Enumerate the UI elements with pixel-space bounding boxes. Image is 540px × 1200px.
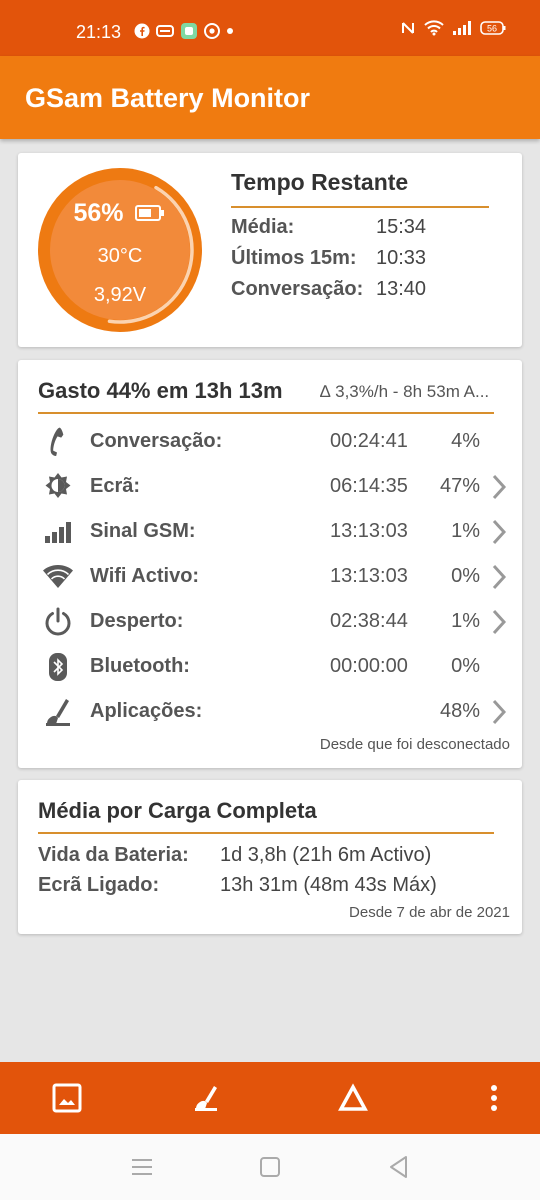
bluetooth-icon: [49, 653, 67, 681]
usage-card: Gasto 44% em 13h 13m ∆ 3,3%/h - 8h 53m A…: [18, 360, 522, 768]
menu-nav-icon[interactable]: [129, 1154, 155, 1180]
time-remaining-label: Conversação:: [231, 278, 364, 300]
usage-percent: 1%: [451, 610, 480, 632]
usage-label: Ecrã:: [90, 475, 141, 497]
time-remaining-title: Tempo Restante: [231, 169, 409, 195]
more-notifications-dot-icon: [226, 27, 234, 35]
app-bar: GSam Battery Monitor: [0, 56, 540, 139]
full-charge-value: 1d 3,8h (21h 6m Activo): [220, 844, 432, 866]
usage-time: 13:13:03: [330, 520, 408, 542]
chrome-icon: [204, 23, 220, 39]
time-remaining-value: 15:34: [376, 216, 427, 238]
full-charge-label: Vida da Bateria:: [38, 844, 189, 866]
time-remaining-value: 13:40: [376, 278, 427, 300]
usage-time: 00:00:00: [330, 655, 408, 677]
cell-signal-icon: [452, 20, 472, 36]
full-charge-card[interactable]: Média por Carga Completa Vida da Bateria…: [18, 780, 522, 934]
image-button[interactable]: [49, 1080, 85, 1116]
usage-percent: 48%: [439, 700, 480, 722]
usage-time: 00:24:41: [330, 430, 408, 452]
delta-icon: [338, 1083, 368, 1111]
power-icon: [45, 607, 71, 636]
chevron-right-icon[interactable]: [490, 518, 508, 546]
usage-row-apps[interactable]: Aplicações: 48%: [18, 692, 522, 732]
app-title: GSam Battery Monitor: [25, 83, 311, 113]
usage-row-wifi[interactable]: Wifi Activo: 13:13:03 0%: [18, 557, 522, 597]
nfc-icon: [400, 20, 416, 36]
usage-percent: 47%: [439, 475, 480, 497]
battery-level-text: 56: [487, 24, 497, 34]
card-icon: [156, 24, 174, 38]
battery-icon: [134, 205, 164, 221]
notification-icons: [134, 22, 234, 40]
usage-divider: [38, 412, 494, 414]
wifi-status-icon: [424, 20, 444, 36]
phone-icon: [50, 427, 64, 456]
full-charge-label: Ecrã Ligado:: [38, 874, 160, 896]
facebook-icon: [134, 23, 150, 39]
battery-temperature: 30°C: [97, 245, 143, 267]
usage-row-awake[interactable]: Desperto: 02:38:44 1%: [18, 602, 522, 642]
full-charge-value: 13h 31m (48m 43s Máx): [220, 874, 437, 896]
usage-label: Aplicações:: [90, 700, 203, 722]
usage-footer: Desde que foi desconectado: [319, 736, 510, 753]
home-nav-icon[interactable]: [257, 1154, 283, 1180]
usage-percent: 4%: [451, 430, 480, 452]
time-remaining-label: Últimos 15m:: [231, 247, 357, 269]
status-bar: 21:13 56: [0, 0, 540, 56]
usage-time: 02:38:44: [330, 610, 408, 632]
usage-time: 06:14:35: [330, 475, 408, 497]
usage-label: Conversação:: [90, 430, 223, 452]
time-remaining-label: Média:: [231, 216, 295, 238]
battery-percent: 56%: [37, 199, 203, 228]
bottom-action-bar: [0, 1062, 540, 1134]
apps-icon: [195, 1086, 217, 1111]
usage-percent: 0%: [451, 655, 480, 677]
status-time: 21:13: [76, 22, 122, 42]
chevron-right-icon[interactable]: [490, 473, 508, 501]
usage-label: Bluetooth:: [90, 655, 190, 677]
wifi-icon: [43, 565, 73, 588]
battery-voltage: 3,92V: [93, 284, 147, 306]
system-icons: 56: [400, 20, 506, 36]
image-icon: [52, 1083, 82, 1113]
usage-title: Gasto 44% em 13h 13m: [38, 378, 283, 403]
usage-label: Wifi Activo:: [90, 565, 200, 587]
battery-status-icon: 56: [480, 20, 506, 36]
chevron-right-icon[interactable]: [490, 698, 508, 726]
signal-bars-icon: [45, 522, 71, 543]
usage-label: Desperto:: [90, 610, 184, 632]
more-vert-icon: [491, 1085, 497, 1111]
more-options-button[interactable]: [476, 1080, 512, 1116]
full-charge-divider: [38, 832, 494, 834]
battery-summary-card[interactable]: 56% 30°C 3,92V Tempo Restante Média: 15:…: [18, 153, 522, 347]
messages-app-icon: [180, 22, 198, 40]
usage-percent: 0%: [451, 565, 480, 587]
usage-rate-subtitle: ∆ 3,3%/h - 8h 53m A...: [320, 382, 490, 401]
time-remaining-value: 10:33: [376, 247, 427, 269]
gauge-readout: 56% 30°C 3,92V: [37, 167, 203, 333]
usage-row-screen[interactable]: Ecrã: 06:14:35 47%: [18, 467, 522, 507]
usage-row-call[interactable]: Conversação: 00:24:41 4%: [18, 422, 522, 462]
back-nav-icon[interactable]: [386, 1154, 412, 1180]
usage-label: Sinal GSM:: [90, 520, 196, 542]
chevron-right-icon[interactable]: [490, 608, 508, 636]
full-charge-footer: Desde 7 de abr de 2021: [349, 904, 510, 921]
delta-button[interactable]: [335, 1080, 371, 1116]
time-remaining-divider: [231, 206, 489, 208]
usage-time: 13:13:03: [330, 565, 408, 587]
screen-brightness-icon: [45, 473, 71, 498]
apps-button[interactable]: [189, 1080, 225, 1116]
apps-icon: [46, 699, 70, 726]
usage-percent: 1%: [451, 520, 480, 542]
usage-row-bluetooth[interactable]: Bluetooth: 00:00:00 0%: [18, 647, 522, 687]
usage-row-signal[interactable]: Sinal GSM: 13:13:03 1%: [18, 512, 522, 552]
chevron-right-icon[interactable]: [490, 563, 508, 591]
battery-percent-value: 56%: [73, 199, 124, 227]
full-charge-title: Média por Carga Completa: [38, 798, 317, 823]
system-nav-bar: [0, 1134, 540, 1200]
